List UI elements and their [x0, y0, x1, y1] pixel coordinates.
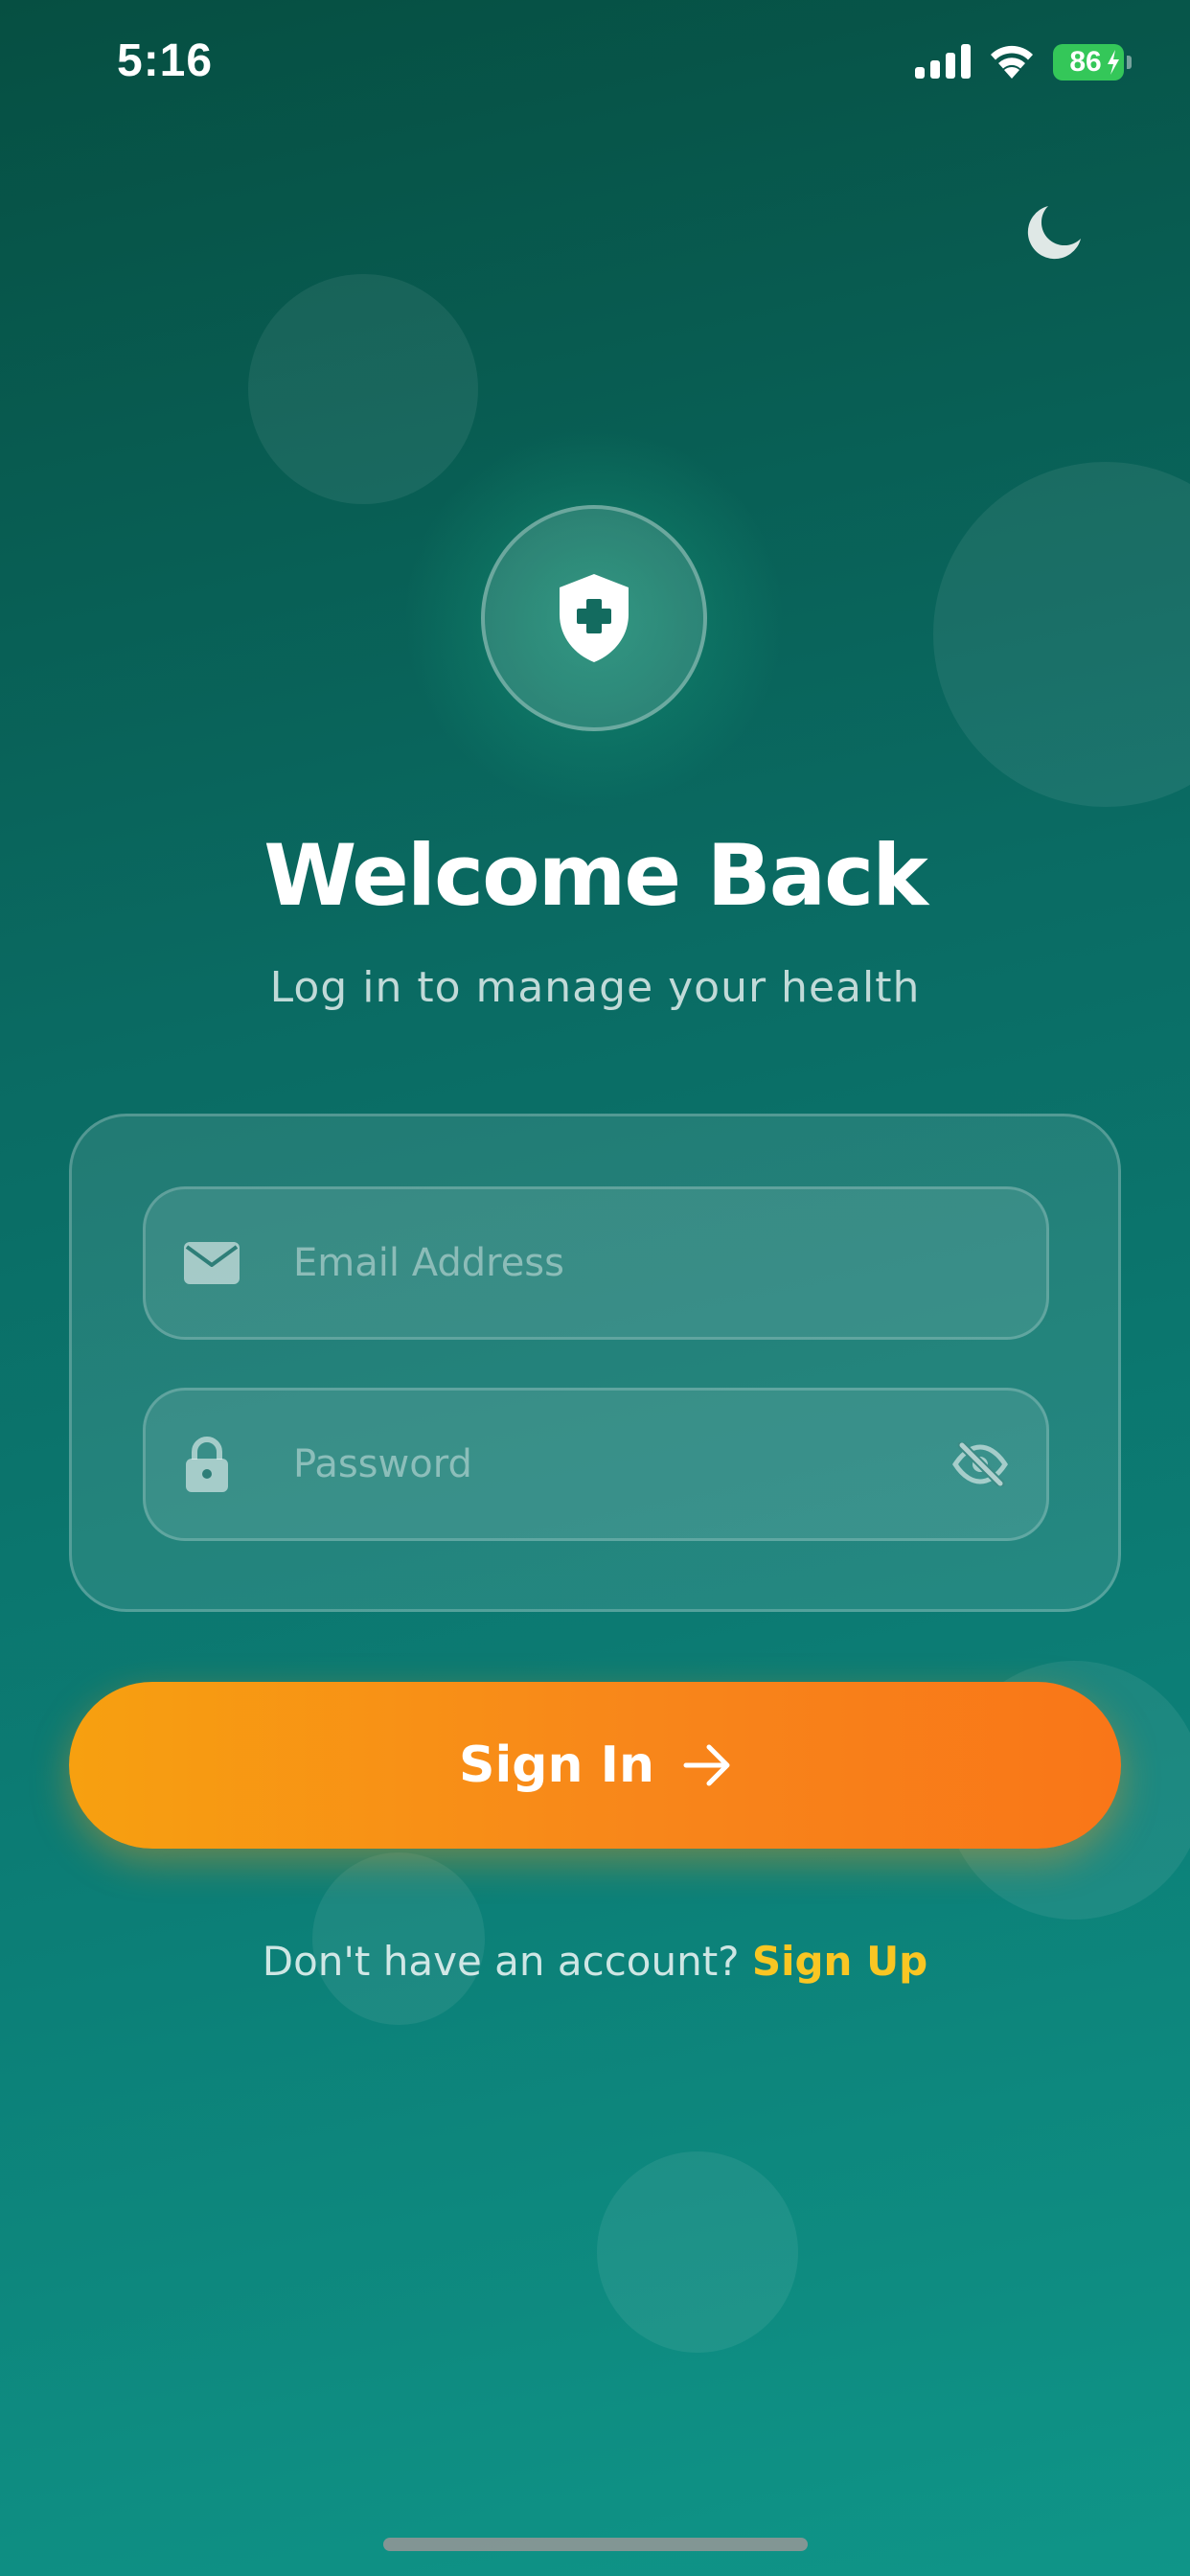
email-input[interactable] [293, 1189, 964, 1337]
moon-icon [1027, 206, 1081, 260]
decorative-bubble [597, 2151, 798, 2353]
envelope-icon [184, 1242, 240, 1284]
battery-level: 86 [1069, 46, 1102, 78]
sign-in-button[interactable]: Sign In [69, 1682, 1121, 1849]
password-field-container [143, 1388, 1049, 1541]
status-time: 5:16 [117, 35, 214, 86]
page-subtitle: Log in to manage your health [269, 963, 921, 1012]
eye-slash-icon [952, 1442, 1008, 1486]
page-title: Welcome Back [263, 826, 928, 925]
password-visibility-toggle[interactable] [952, 1442, 1008, 1486]
battery-cap [1127, 56, 1132, 69]
email-field-container [143, 1186, 1049, 1340]
theme-toggle-button[interactable] [1018, 196, 1090, 269]
sign-up-link[interactable]: Sign Up [752, 1938, 927, 1985]
battery-icon: 86 [1053, 44, 1124, 80]
decorative-bubble [248, 274, 478, 504]
home-indicator[interactable] [383, 2538, 808, 2551]
login-screen: 5:16 86 Welcome Back Log in to manage yo… [0, 0, 1190, 2576]
signup-prompt: Don't have an account? Sign Up [0, 1938, 1190, 1985]
app-logo [481, 505, 707, 731]
arrow-right-icon [683, 1744, 730, 1786]
decorative-bubble [933, 462, 1190, 807]
signup-prompt-text: Don't have an account? [262, 1938, 740, 1985]
password-input[interactable] [293, 1391, 964, 1538]
lock-icon [184, 1437, 230, 1492]
shield-plus-icon [560, 574, 629, 662]
login-form-card [69, 1114, 1121, 1612]
charging-bolt-icon [1108, 50, 1119, 75]
cellular-signal-icon [915, 44, 971, 79]
wifi-icon [991, 45, 1033, 79]
sign-in-label: Sign In [459, 1736, 654, 1794]
